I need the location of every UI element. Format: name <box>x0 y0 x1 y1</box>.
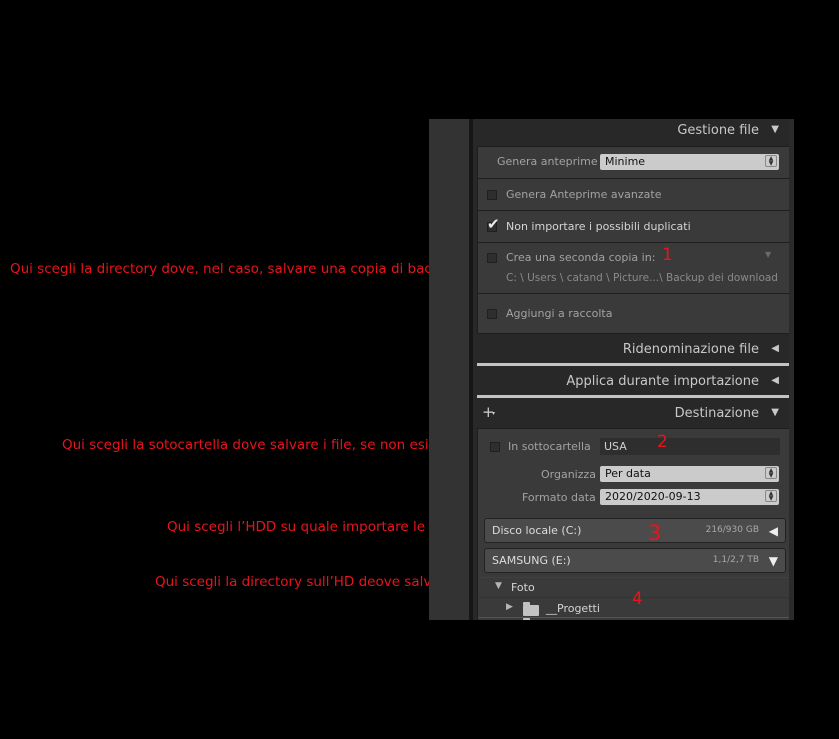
anteprime-avanzate-row: Genera Anteprime avanzate <box>478 179 789 211</box>
panel-right-edge <box>789 119 794 620</box>
destinazione-header[interactable]: + ▾ Destinazione ▼ <box>473 402 789 428</box>
gestione-file-section: Genera anteprime Minime ▲ ▼ Genera Antepr… <box>477 146 790 334</box>
section-separator <box>477 363 790 366</box>
anteprime-avanzate-label: Genera Anteprime avanzate <box>506 188 662 201</box>
drive-name: Disco locale (C:) <box>492 524 582 537</box>
drive-disco-locale[interactable]: Disco locale (C:) 216/930 GB ◀ <box>484 518 786 543</box>
formato-data-select[interactable]: 2020/2020-09-13 ▲ ▼ <box>600 489 779 505</box>
in-sottocartella-label: In sottocartella <box>508 440 591 453</box>
updown-arrow-icon: ▲ ▼ <box>765 490 777 502</box>
right-panel: Gestione file ▼ Genera anteprime Minime … <box>473 119 794 620</box>
gestione-file-title: Gestione file <box>677 123 759 138</box>
divider-line <box>478 577 789 578</box>
duplicati-label: Non importare i possibili duplicati <box>506 220 691 233</box>
drive-size: 1,1/2,7 TB <box>712 555 759 565</box>
seconda-copia-label: Crea una seconda copia in: <box>506 251 656 264</box>
checkmark-icon: ✔ <box>487 215 500 233</box>
anteprime-avanzate-checkbox[interactable] <box>487 190 497 200</box>
applica-header[interactable]: Applica durante importazione ◀ <box>473 370 789 396</box>
destinazione-title: Destinazione <box>674 406 759 421</box>
collapse-triangle-icon: ▼ <box>768 554 778 568</box>
seconda-copia-row: Crea una seconda copia in: ▼ C: \ Users … <box>478 243 789 294</box>
organizza-label: Organizza <box>541 468 597 481</box>
tree-item-label: __Progetti <box>546 602 600 615</box>
marker-4: 4 <box>632 589 643 609</box>
genera-anteprime-label: Genera anteprime <box>497 155 598 168</box>
dropdown-arrow-icon: ▾ <box>492 410 496 417</box>
seconda-copia-checkbox[interactable] <box>487 253 497 263</box>
annotation-hdd: Qui scegli l’HDD su quale importare le f… <box>167 519 456 535</box>
updown-arrow-icon: ▲ ▼ <box>765 155 777 167</box>
expanded-triangle-icon: ▼ <box>495 581 502 591</box>
dropdown-arrow-icon[interactable]: ▼ <box>765 250 771 259</box>
genera-anteprime-row: Genera anteprime Minime ▲ ▼ <box>478 147 789 179</box>
marker-2: 2 <box>657 432 668 452</box>
formato-data-value: 2020/2020-09-13 <box>605 490 701 503</box>
drive-name: SAMSUNG (E:) <box>492 554 571 567</box>
drive-size: 216/930 GB <box>705 525 759 535</box>
organizza-value: Per data <box>605 467 651 480</box>
annotation-backup-directory: Qui scegli la directory dove, nel caso, … <box>10 261 457 277</box>
ridenominazione-title: Ridenominazione file <box>622 342 759 357</box>
seconda-copia-path[interactable]: C: \ Users \ catand \ Picture...\ Backup… <box>506 272 778 284</box>
organizza-select[interactable]: Per data ▲ ▼ <box>600 466 779 482</box>
expand-triangle-icon: ◀ <box>771 375 779 386</box>
formato-data-label: Formato data <box>522 491 596 504</box>
genera-anteprime-select[interactable]: Minime ▲ ▼ <box>600 154 779 170</box>
expand-triangle-icon: ◀ <box>768 524 778 538</box>
aggiungi-raccolta-checkbox[interactable] <box>487 309 497 319</box>
updown-arrow-icon: ▲ ▼ <box>765 467 777 479</box>
annotation-subfolder: Qui scegli la sotocartella dove salvare … <box>62 437 450 453</box>
tree-item-label: Foto <box>511 581 535 594</box>
sottocartella-input[interactable]: USA <box>600 438 780 455</box>
annotation-hd-directory: Qui scegli la directory sull’HD deove sa… <box>155 574 458 590</box>
in-sottocartella-checkbox[interactable] <box>490 442 500 452</box>
duplicati-row: ✔ Non importare i possibili duplicati <box>478 211 789 243</box>
collapse-triangle-icon: ▼ <box>771 407 779 418</box>
applica-title: Applica durante importazione <box>566 374 759 389</box>
ridenominazione-header[interactable]: Ridenominazione file ◀ <box>473 338 789 364</box>
collapsed-triangle-icon: ▶ <box>506 602 513 612</box>
marker-3: 3 <box>648 521 662 545</box>
section-separator <box>477 395 790 398</box>
gestione-file-header[interactable]: Gestione file ▼ <box>473 119 789 145</box>
expand-triangle-icon: ◀ <box>771 343 779 354</box>
folder-icon <box>523 602 539 616</box>
marker-1: 1 <box>662 245 673 265</box>
genera-anteprime-value: Minime <box>605 155 646 168</box>
aggiungi-raccolta-row: Aggiungi a raccolta <box>478 294 789 334</box>
aggiungi-raccolta-label: Aggiungi a raccolta <box>506 307 613 320</box>
collapse-triangle-icon: ▼ <box>771 124 779 135</box>
drive-samsung[interactable]: SAMSUNG (E:) 1,1/2,7 TB ▼ <box>484 548 786 573</box>
filmstrip-edge <box>429 119 469 620</box>
